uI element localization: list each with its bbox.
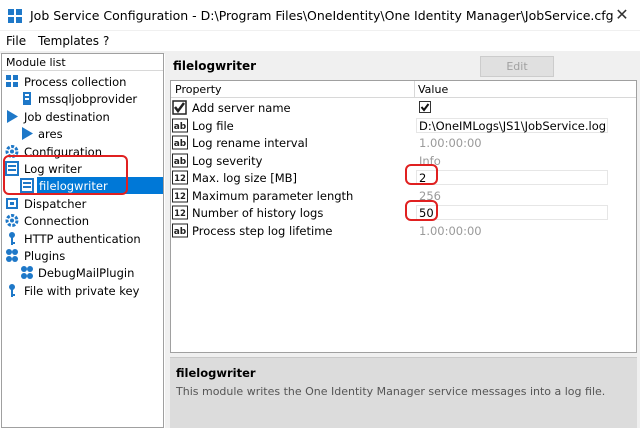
play-arrow-icon: [22, 127, 33, 140]
property-row-log-rename-interval[interactable]: ab Log rename interval 1.00:00:00: [171, 134, 636, 151]
play-arrow-icon: [7, 110, 18, 123]
text-type-icon: ab: [172, 118, 188, 133]
process-step-log-lifetime-value: 1.00:00:00: [419, 224, 482, 238]
module-list-panel: Module list Process collection mssqljobp…: [1, 53, 164, 428]
property-row-maximum-parameter-length[interactable]: 12 Maximum parameter length 256: [171, 187, 636, 204]
checkbox-type-icon: [172, 100, 187, 115]
tree-item-debugmailplugin[interactable]: DebugMailPlugin: [2, 264, 163, 281]
tree-item-job-destination[interactable]: Job destination: [2, 108, 163, 125]
column-divider[interactable]: [414, 81, 415, 98]
svg-text:12: 12: [174, 209, 186, 219]
menu-help[interactable]: ?: [103, 34, 109, 48]
column-header-property: Property: [175, 83, 222, 96]
property-row-log-severity[interactable]: ab Log severity Info: [171, 152, 636, 169]
module-list-header: Module list: [2, 54, 163, 71]
job-service-app-icon: [8, 9, 22, 23]
module-list-title: Module list: [6, 56, 66, 69]
tree-item-process-collection[interactable]: Process collection: [2, 73, 163, 90]
tree-item-dispatcher[interactable]: Dispatcher: [2, 195, 163, 212]
key-icon: [9, 284, 15, 297]
annotation-highlight-max-log-size: [405, 164, 438, 185]
tree-item-ares[interactable]: ares: [2, 125, 163, 142]
max-log-size-field[interactable]: [416, 170, 608, 185]
property-row-process-step-log-lifetime[interactable]: ab Process step log lifetime 1.00:00:00: [171, 222, 636, 239]
title-bar: Job Service Configuration - D:\Program F…: [0, 0, 640, 31]
plugin-icon: [6, 249, 18, 262]
tree-item-http-authentication[interactable]: HTTP authentication: [2, 230, 163, 247]
svg-text:ab: ab: [174, 139, 187, 149]
menu-bar: File Templates ?: [0, 31, 640, 51]
tree-item-file-with-private-key[interactable]: File with private key: [2, 282, 163, 299]
plugin-icon: [21, 266, 33, 279]
log-rename-interval-value: 1.00:00:00: [419, 136, 482, 150]
property-grid-header: Property Value: [171, 81, 636, 98]
process-collection-icon: [6, 75, 18, 87]
text-type-icon: ab: [172, 135, 188, 150]
menu-file[interactable]: File: [6, 34, 26, 48]
menu-templates[interactable]: Templates: [38, 34, 99, 48]
annotation-highlight-log-writer: [3, 155, 128, 195]
provider-icon: [23, 92, 31, 105]
svg-text:ab: ab: [174, 122, 187, 132]
annotation-highlight-history-logs: [405, 200, 438, 221]
svg-text:12: 12: [174, 174, 186, 184]
add-server-name-checkbox[interactable]: [419, 101, 431, 113]
text-type-icon: ab: [172, 153, 188, 168]
module-title: filelogwriter: [173, 59, 257, 73]
key-icon: [9, 232, 15, 245]
dispatcher-icon: [6, 198, 18, 209]
tree-item-mssqljobprovider[interactable]: mssqljobprovider: [2, 90, 163, 107]
svg-text:12: 12: [174, 192, 186, 202]
property-grid: Property Value Add server name ab Log fi…: [170, 80, 637, 353]
property-row-log-file[interactable]: ab Log file D:\OneIMLogs\JS1\JobService.…: [171, 117, 636, 134]
description-panel: filelogwriter This module writes the One…: [170, 357, 637, 428]
description-text: This module writes the One Identity Mana…: [176, 385, 606, 398]
gear-icon: [5, 214, 19, 227]
text-type-icon: ab: [172, 223, 188, 238]
number-of-history-logs-field[interactable]: [416, 205, 608, 220]
close-window-button[interactable]: ✕: [612, 5, 632, 25]
svg-text:ab: ab: [174, 157, 187, 167]
edit-button[interactable]: Edit: [480, 56, 554, 77]
tree-item-plugins[interactable]: Plugins: [2, 247, 163, 264]
description-title: filelogwriter: [176, 366, 256, 380]
property-row-number-of-history-logs[interactable]: 12 Number of history logs 50: [171, 204, 636, 221]
tree-item-connection[interactable]: Connection: [2, 212, 163, 229]
column-header-value: Value: [418, 83, 449, 96]
property-row-max-log-size[interactable]: 12 Max. log size [MB] 2: [171, 169, 636, 186]
number-type-icon: 12: [172, 188, 188, 203]
svg-text:ab: ab: [174, 227, 187, 237]
window-title: Job Service Configuration - D:\Program F…: [30, 8, 614, 23]
number-type-icon: 12: [172, 170, 188, 185]
number-type-icon: 12: [172, 205, 188, 220]
log-file-value: D:\OneIMLogs\JS1\JobService.log: [419, 119, 607, 133]
module-details-panel: filelogwriter Edit Property Value Add se…: [168, 53, 640, 428]
property-row-add-server-name[interactable]: Add server name: [171, 99, 636, 116]
